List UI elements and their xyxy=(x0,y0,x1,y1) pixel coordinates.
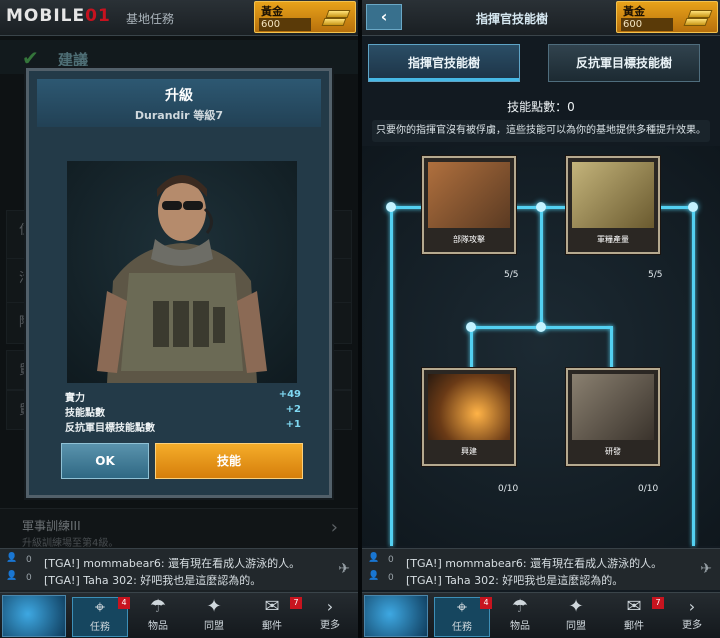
missions-badge: 4 xyxy=(118,597,130,609)
modal-header: 升級 Durandir 等級7 xyxy=(37,79,321,127)
skill-count: 0/10 xyxy=(498,484,519,494)
levelup-modal: 升級 Durandir 等級7 實力 +49 技能點數 +2 反抗軍目標技能點數… xyxy=(26,68,332,498)
mobile01-logo: MOBILE01 xyxy=(6,6,111,26)
nav-alliance[interactable]: ✦ 同盟 xyxy=(548,597,604,637)
skill-name: 部隊攻擊 xyxy=(453,235,485,244)
stats-list: 實力 +49 技能點數 +2 反抗軍目標技能點數 +1 xyxy=(65,389,301,434)
soldier-gun-icon xyxy=(428,162,510,228)
wings-icon: ✦ xyxy=(568,596,584,617)
tree-node xyxy=(536,322,546,332)
tree-line xyxy=(610,326,613,370)
gold-label: 黃金 xyxy=(623,5,645,18)
world-map-button[interactable] xyxy=(364,595,428,637)
skill-card-construction[interactable]: 興建 xyxy=(422,368,516,466)
top-bar: ‹ 指揮官技能樹 黃金 600 xyxy=(362,0,720,36)
modal-subtitle: Durandir 等級7 xyxy=(134,109,224,122)
world-map-button[interactable] xyxy=(2,595,66,637)
ok-button[interactable]: OK xyxy=(61,443,149,479)
alliance-wing-icon: ✈ xyxy=(700,561,712,577)
gold-label: 黃金 xyxy=(261,5,283,18)
chat-count: 0 xyxy=(388,573,394,583)
gold-panel[interactable]: 黃金 600 xyxy=(616,1,718,33)
chat-count: 0 xyxy=(26,555,32,565)
gold-value: 600 xyxy=(621,18,673,31)
skill-name: 興建 xyxy=(461,447,477,456)
nav-more[interactable]: › 更多 xyxy=(310,597,350,631)
chat-message: [TGA!] Taha 302: 好吧我也是這麼認為的。 xyxy=(406,574,624,587)
welder-icon xyxy=(428,374,510,440)
tree-node xyxy=(466,322,476,332)
parachute-icon: ☂ xyxy=(511,596,529,617)
tree-line xyxy=(692,206,695,546)
person-icon: 👤 xyxy=(368,571,380,581)
skill-points: 技能點數：0 xyxy=(507,100,575,114)
page-subtitle: 基地任務 xyxy=(126,12,175,26)
skill-count: 0/10 xyxy=(638,484,659,494)
skill-count: 5/5 xyxy=(648,270,663,280)
gold-value: 600 xyxy=(259,18,311,31)
skill-tree: 部隊攻擊 5/5 軍糧產量 5/5 興建 0/10 研發 0/10 xyxy=(362,146,720,546)
nav-items[interactable]: ☂ 物品 xyxy=(492,597,548,637)
skill-description: 只要你的指揮官沒有被俘虜，這些技能可以為你的基地提供多種提升效果。 xyxy=(372,120,710,142)
app-root: MOBILE01 基地任務 黃金 600 ✔ 建議 位 活 陶 貿 貿 軍事訓練… xyxy=(0,0,720,638)
tree-node xyxy=(536,202,546,212)
person-icon: 👤 xyxy=(6,571,18,581)
bottom-nav: ⌖ 任務 4 ☂ 物品 ✦ 同盟 ✉ 郵件 7 › 更多 xyxy=(0,592,358,638)
stat-row: 反抗軍目標技能點數 +1 xyxy=(65,419,301,434)
alliance-wing-icon: ✈ xyxy=(338,561,350,577)
tree-line xyxy=(540,206,543,326)
chat-message: [TGA!] Taha 302: 好吧我也是這麼認為的。 xyxy=(44,574,262,587)
gold-panel[interactable]: 黃金 600 xyxy=(254,1,356,33)
nav-alliance[interactable]: ✦ 同盟 xyxy=(186,597,242,637)
chat-count: 0 xyxy=(26,573,32,583)
chat-count: 0 xyxy=(388,555,394,565)
chat-message: [TGA!] mommabear6: 還有現在看成人游泳的人。 xyxy=(44,557,301,570)
tree-line xyxy=(390,206,393,546)
tab-commander-skills[interactable]: 指揮官技能樹 xyxy=(368,44,520,82)
top-bar: MOBILE01 基地任務 黃金 600 xyxy=(0,0,358,36)
skill-card-food-production[interactable]: 軍糧產量 xyxy=(566,156,660,254)
nav-items[interactable]: ☂ 物品 xyxy=(130,597,186,637)
person-icon: 👤 xyxy=(368,553,380,563)
skill-card-troop-attack[interactable]: 部隊攻擊 xyxy=(422,156,516,254)
right-screen: ‹ 指揮官技能樹 黃金 600 指揮官技能樹 反抗軍目標技能樹 技能點數：0 只… xyxy=(362,0,720,638)
mail-badge: 7 xyxy=(652,597,664,609)
stat-row: 實力 +49 xyxy=(65,389,301,404)
skill-name: 軍糧產量 xyxy=(597,235,629,244)
wings-icon: ✦ xyxy=(206,596,222,617)
logo-number: 01 xyxy=(85,6,111,26)
modal-title: 升級 xyxy=(165,88,193,104)
skill-button[interactable]: 技能 xyxy=(155,443,303,479)
chat-bar[interactable]: 👤 👤 0 0 [TGA!] mommabear6: 還有現在看成人游泳的人。 … xyxy=(0,548,358,590)
stat-row: 技能點數 +2 xyxy=(65,404,301,419)
mail-badge: 7 xyxy=(290,597,302,609)
gold-bars-icon xyxy=(321,6,351,28)
left-screen: MOBILE01 基地任務 黃金 600 ✔ 建議 位 活 陶 貿 貿 軍事訓練… xyxy=(0,0,358,638)
skill-name: 研發 xyxy=(605,447,621,456)
commander-portrait xyxy=(67,161,297,383)
microscope-icon xyxy=(572,374,654,440)
soldier-field-icon xyxy=(572,162,654,228)
chevron-right-icon: › xyxy=(688,597,696,616)
chat-message: [TGA!] mommabear6: 還有現在看成人游泳的人。 xyxy=(406,557,663,570)
missions-badge: 4 xyxy=(480,597,492,609)
logo-text: MOBILE xyxy=(6,6,86,26)
tree-node xyxy=(386,202,396,212)
skill-count: 5/5 xyxy=(504,270,519,280)
chat-bar[interactable]: 👤 👤 0 0 [TGA!] mommabear6: 還有現在看成人游泳的人。 … xyxy=(362,548,720,590)
tree-node xyxy=(688,202,698,212)
soldier-image xyxy=(97,175,267,383)
gold-bars-icon xyxy=(683,6,713,28)
chevron-right-icon: › xyxy=(326,597,334,616)
bottom-nav: ⌖ 任務 4 ☂ 物品 ✦ 同盟 ✉ 郵件 7 › 更多 xyxy=(362,592,720,638)
skill-card-research[interactable]: 研發 xyxy=(566,368,660,466)
parachute-icon: ☂ xyxy=(149,596,167,617)
tree-line xyxy=(470,326,473,370)
nav-more[interactable]: › 更多 xyxy=(672,597,712,631)
person-icon: 👤 xyxy=(6,553,18,563)
tab-rebel-target-skills[interactable]: 反抗軍目標技能樹 xyxy=(548,44,700,82)
